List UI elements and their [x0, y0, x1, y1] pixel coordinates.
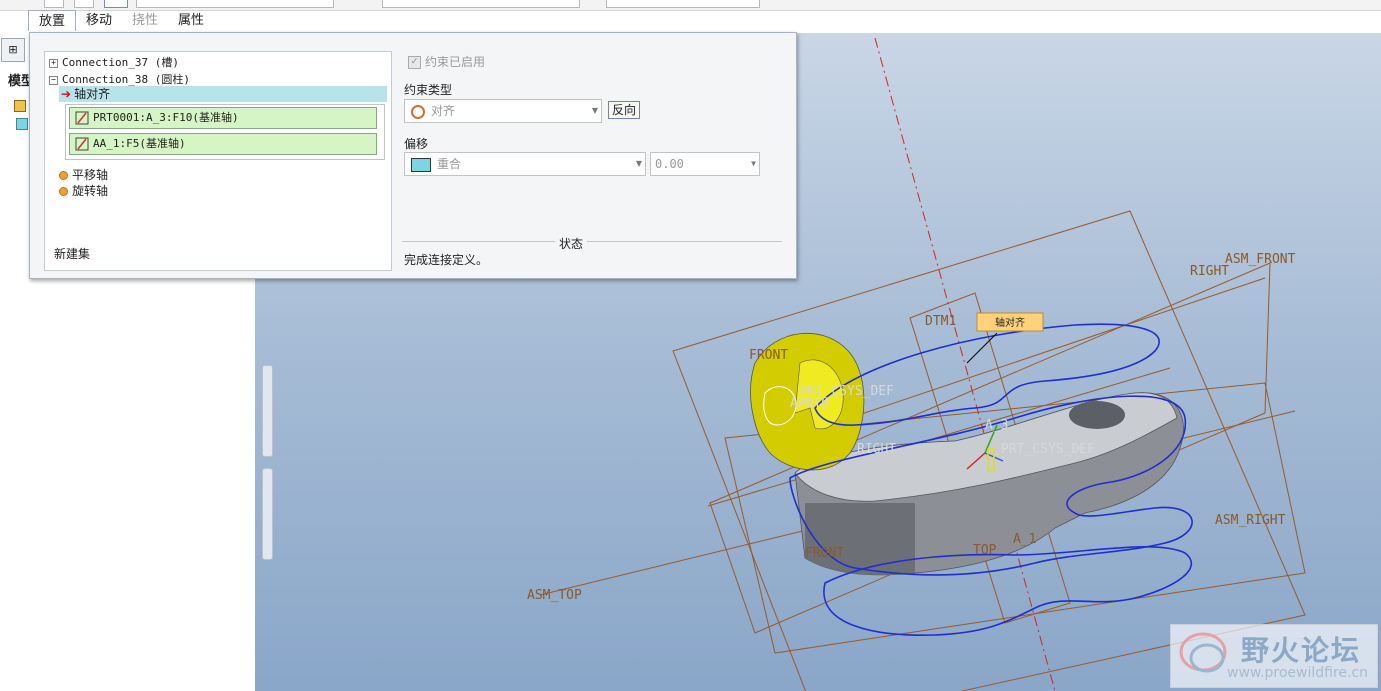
assembly-icon: [14, 99, 26, 112]
label-prt-csys: PRT_CSYS_DEF: [1001, 442, 1095, 457]
connection-38-item[interactable]: − Connection_38 (圆柱): [49, 71, 190, 87]
chevron-down-icon: ▼: [635, 159, 642, 168]
offset-value-input[interactable]: 0.00 ▼: [650, 152, 760, 176]
toolbar-icon-3[interactable]: [104, 0, 128, 8]
connection-set-list: + Connection_37 (槽) − Connection_38 (圆柱) ➔…: [44, 51, 392, 271]
status-title: 状态: [555, 235, 588, 252]
watermark: 野火论坛 www.proewildfire.cn: [1170, 624, 1378, 688]
toolbar-icon-2[interactable]: [74, 0, 94, 8]
watermark-text: 野火论坛: [1241, 634, 1362, 667]
grip-handle-1[interactable]: [262, 365, 273, 457]
connection-37-label: Connection_37 (槽): [62, 56, 179, 69]
model-tree-tab-icon[interactable]: ⊞: [1, 38, 25, 62]
expand-icon[interactable]: +: [49, 58, 58, 68]
side-grip[interactable]: [262, 365, 273, 560]
label-top-bottom: TOP: [973, 543, 997, 558]
constraint-tag-label: 轴对齐: [995, 316, 1025, 329]
rotation-axis-item[interactable]: 旋转轴: [59, 182, 108, 199]
label-a1: A_1: [1013, 532, 1036, 547]
offset-number: 0.00: [655, 157, 684, 171]
label-dtm1: DTM1: [925, 314, 956, 329]
connection-type-combo[interactable]: [136, 0, 334, 8]
coincident-icon: [411, 157, 431, 172]
connection-37-item[interactable]: + Connection_37 (槽): [49, 54, 179, 70]
chevron-down-icon: ▼: [751, 159, 756, 168]
offset-label: 偏移: [404, 137, 429, 151]
datum-axis-icon: [75, 111, 89, 125]
constraint-properties: ✓ 约束已启用 约束类型 对齐 ▼ 反向 偏移 重合 ▼ 0.00 ▼ 状态 完成连接定…: [400, 33, 790, 278]
label-asm-top: ASM_TOP: [527, 588, 582, 603]
arrow-right-icon: ➔: [61, 87, 72, 101]
tree-child-icon: [16, 118, 28, 130]
reference-2-label: AA_1:F5(基准轴): [93, 137, 186, 150]
translation-axis-item[interactable]: 平移轴: [59, 166, 108, 183]
offset-type-value: 重合: [437, 157, 462, 171]
constraint-enabled-label: 约束已启用: [425, 55, 486, 69]
constraint-type-value: 对齐: [431, 104, 456, 118]
offset-type-select[interactable]: 重合 ▼: [404, 152, 646, 176]
watermark-url: www.proewildfire.cn: [1227, 665, 1369, 681]
toolbar-icon-1[interactable]: [44, 0, 64, 8]
tab-flexibility[interactable]: 挠性: [122, 10, 168, 30]
label-asm-front: ASM_FRONT: [1225, 252, 1296, 267]
constraint-axis-align-item[interactable]: ➔ 轴对齐: [59, 86, 387, 102]
reference-1-label: PRT0001:A_3:F10(基准轴): [93, 111, 239, 124]
placement-panel: + Connection_37 (槽) − Connection_38 (圆柱) ➔…: [29, 32, 797, 279]
offset-combo-top[interactable]: [606, 0, 760, 8]
label-right-mid: RIGHT: [857, 442, 896, 457]
reference-1[interactable]: PRT0001:A_3:F10(基准轴): [69, 107, 377, 129]
label-apnt0: APNT0: [790, 396, 829, 411]
tab-properties[interactable]: 属性: [168, 10, 214, 30]
checkbox-icon: ✓: [408, 56, 421, 69]
axis-dot-icon: [59, 187, 68, 196]
reference-group: PRT0001:A_3:F10(基准轴) AA_1:F5(基准轴): [65, 104, 385, 160]
rotation-axis-label: 旋转轴: [72, 184, 109, 198]
reference-2[interactable]: AA_1:F5(基准轴): [69, 133, 377, 155]
chevron-down-icon: ▼: [591, 106, 598, 115]
collapse-icon[interactable]: −: [49, 75, 58, 85]
datum-axis-icon: [75, 137, 89, 151]
part-hole: [1069, 401, 1125, 429]
constraint-enabled-checkbox[interactable]: ✓ 约束已启用: [408, 53, 485, 70]
constraint-type-select[interactable]: 对齐 ▼: [404, 99, 602, 123]
align-icon: [411, 104, 425, 119]
translation-axis-label: 平移轴: [72, 168, 109, 182]
status-divider: [402, 241, 782, 242]
watermark-logo-icon: [1179, 632, 1227, 673]
connection-38-label: Connection_38 (圆柱): [62, 73, 190, 86]
status-text: 完成连接定义。: [404, 253, 489, 267]
flip-button[interactable]: 反向: [608, 101, 641, 119]
constraint-type-label: 约束类型: [404, 83, 453, 97]
constraint-label: 轴对齐: [74, 87, 111, 101]
label-right-top: RIGHT: [1190, 264, 1229, 279]
tab-move[interactable]: 移动: [76, 10, 122, 30]
label-front-left: FRONT: [749, 348, 788, 363]
grip-handle-2[interactable]: [262, 468, 273, 560]
dashboard-tabs: 放置 移动 挠性 属性: [28, 10, 214, 32]
axis-dot-icon: [59, 171, 68, 180]
axis-centerline: [874, 37, 1056, 691]
tab-placement[interactable]: 放置: [28, 10, 77, 31]
label-asm-right: ASM_RIGHT: [1215, 513, 1286, 528]
label-front-bottom: FRONT: [805, 546, 844, 561]
new-set-link[interactable]: 新建集: [54, 245, 90, 262]
constraint-combo[interactable]: [382, 0, 580, 8]
label-a3: A_3: [985, 418, 1008, 433]
